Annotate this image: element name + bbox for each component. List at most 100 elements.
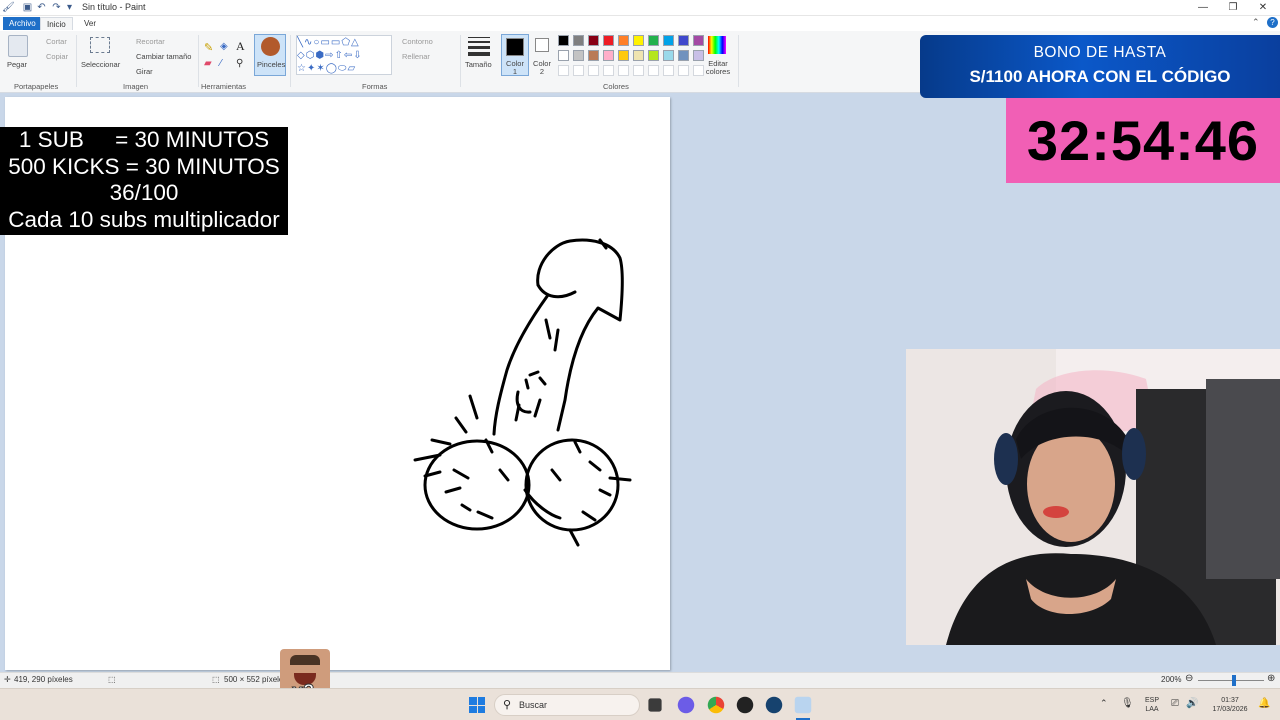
start-icon[interactable] bbox=[469, 697, 485, 713]
language-secondary: LAA bbox=[1145, 706, 1159, 713]
brushes-button[interactable]: Pinceles bbox=[254, 34, 286, 76]
edit-colors-button[interactable]: Editar colores bbox=[703, 60, 733, 76]
palette-swatch[interactable] bbox=[588, 35, 599, 46]
microphone-icon[interactable]: 🎙 bbox=[1121, 699, 1134, 709]
fill-button[interactable]: Rellenar bbox=[402, 52, 430, 61]
magnifier-icon[interactable]: ⚲ bbox=[236, 58, 243, 69]
zoom-in-icon[interactable]: ⊕ bbox=[1267, 673, 1275, 684]
palette-swatch[interactable] bbox=[663, 65, 674, 76]
palette-swatch[interactable] bbox=[678, 65, 689, 76]
palette-swatch[interactable] bbox=[603, 65, 614, 76]
tab-archivo[interactable]: Archivo bbox=[3, 17, 42, 30]
outline-button[interactable]: Contorno bbox=[402, 37, 433, 46]
palette-swatch[interactable] bbox=[603, 35, 614, 46]
steam-icon[interactable] bbox=[765, 696, 783, 714]
palette-swatch[interactable] bbox=[618, 35, 629, 46]
divider bbox=[76, 35, 77, 87]
text-icon[interactable]: A bbox=[236, 39, 245, 54]
kicks-rule-text: 500 KICKS = 30 MINUTOS bbox=[8, 153, 280, 179]
notifications-icon[interactable]: 🔔 bbox=[1258, 699, 1270, 709]
shapes-gallery[interactable]: ╲∿○▭▭⬠△ ◇⬡⬢⇨⇧⇦⇩ ☆✦✶◯⬭▱ bbox=[296, 35, 392, 75]
palette-swatch[interactable] bbox=[618, 50, 629, 61]
color1-button[interactable]: Color 1 bbox=[501, 34, 529, 76]
tab-inicio[interactable]: Inicio bbox=[40, 17, 73, 30]
task-view-icon[interactable] bbox=[648, 698, 662, 712]
palette-swatch[interactable] bbox=[603, 50, 614, 61]
color1-label: Color 1 bbox=[506, 59, 524, 76]
tray-chevron-icon[interactable]: ⌃ bbox=[1100, 699, 1108, 708]
zoom-slider[interactable] bbox=[1198, 680, 1264, 681]
search-box[interactable]: ⚲ Buscar bbox=[494, 694, 640, 716]
palette-swatch[interactable] bbox=[633, 65, 644, 76]
size-button[interactable]: Tamaño bbox=[465, 60, 492, 69]
palette-swatch[interactable] bbox=[558, 50, 569, 61]
paste-button[interactable]: Pegar bbox=[7, 60, 27, 69]
palette-swatch[interactable] bbox=[558, 65, 569, 76]
image-group-label: Imagen bbox=[123, 82, 149, 91]
palette-swatch[interactable] bbox=[588, 50, 599, 61]
select-icon[interactable] bbox=[90, 37, 110, 53]
palette-swatch[interactable] bbox=[633, 50, 644, 61]
collapse-ribbon-icon[interactable]: ⌃ bbox=[1252, 17, 1260, 28]
chrome-icon[interactable] bbox=[707, 696, 725, 714]
quick-access-dropdown-icon[interactable]: ▾ bbox=[64, 2, 75, 13]
copy-button[interactable]: Copiar bbox=[46, 52, 68, 61]
palette-swatch[interactable] bbox=[678, 50, 689, 61]
palette-swatch[interactable] bbox=[648, 50, 659, 61]
ribbon-tabs: Archivo Inicio Ver ⌃ ? bbox=[0, 16, 1280, 31]
edit-colors-icon[interactable] bbox=[708, 36, 726, 54]
clipboard-icon[interactable] bbox=[8, 35, 28, 57]
rotate-button[interactable]: Girar bbox=[136, 67, 153, 76]
fill-icon[interactable]: ◈ bbox=[220, 41, 228, 52]
palette-swatch[interactable] bbox=[573, 35, 584, 46]
save-icon[interactable]: ▣ bbox=[22, 2, 33, 13]
bonus-line-2: S/1100 AHORA CON EL CÓDIGO bbox=[969, 67, 1231, 86]
zoom-out-icon[interactable]: ⊖ bbox=[1185, 673, 1193, 684]
palette-row-3 bbox=[558, 65, 718, 78]
color2-swatch[interactable] bbox=[535, 38, 549, 52]
tab-ver[interactable]: Ver bbox=[78, 17, 102, 30]
color2-label: Color 2 bbox=[533, 59, 551, 76]
language-indicator[interactable]: ESP LAA bbox=[1142, 696, 1162, 714]
eraser-icon[interactable]: ▰ bbox=[204, 58, 212, 69]
color-picker-icon[interactable]: ⁄ bbox=[220, 58, 222, 69]
palette-swatch[interactable] bbox=[648, 35, 659, 46]
colors-group-label: Colores bbox=[603, 82, 629, 91]
zoom-slider-thumb[interactable] bbox=[1232, 675, 1236, 686]
palette-swatch[interactable] bbox=[588, 65, 599, 76]
shapes-group-label: Formas bbox=[362, 82, 388, 91]
palette-swatch[interactable] bbox=[633, 35, 644, 46]
close-button[interactable]: ✕ bbox=[1248, 0, 1278, 16]
cut-button[interactable]: Cortar bbox=[46, 37, 67, 46]
redo-icon[interactable]: ↷ bbox=[51, 2, 62, 13]
network-icon[interactable]: ⎚ bbox=[1171, 699, 1179, 709]
palette-swatch[interactable] bbox=[618, 65, 629, 76]
help-icon[interactable]: ? bbox=[1267, 17, 1278, 28]
bonus-banner: BONO DE HASTA S/1100 AHORA CON EL CÓDIGO bbox=[920, 35, 1280, 98]
minimize-button[interactable]: — bbox=[1188, 0, 1218, 16]
sub-rule-text: 1 SUB = 30 MINUTOS bbox=[18, 127, 270, 152]
zoom-level: 200% bbox=[1161, 675, 1182, 684]
obs-icon[interactable] bbox=[736, 696, 754, 714]
undo-icon[interactable]: ↶ bbox=[36, 2, 47, 13]
palette-swatch[interactable] bbox=[663, 35, 674, 46]
brushes-label: Pinceles bbox=[257, 60, 286, 69]
palette-swatch[interactable] bbox=[573, 65, 584, 76]
pencil-icon[interactable]: ✎ bbox=[204, 41, 213, 54]
crop-button[interactable]: Recortar bbox=[136, 37, 165, 46]
select-button[interactable]: Seleccionar bbox=[81, 60, 120, 69]
palette-swatch[interactable] bbox=[693, 35, 704, 46]
palette-swatch[interactable] bbox=[573, 50, 584, 61]
paint-taskbar-icon[interactable] bbox=[794, 696, 812, 714]
size-icon[interactable] bbox=[468, 37, 490, 56]
volume-icon[interactable]: 🔊 bbox=[1186, 699, 1198, 709]
subathon-rules-box: 1 SUB = 30 MINUTOS 500 KICKS = 30 MINUTO… bbox=[0, 127, 288, 235]
palette-swatch[interactable] bbox=[648, 65, 659, 76]
palette-swatch[interactable] bbox=[558, 35, 569, 46]
maximize-button[interactable]: ❐ bbox=[1218, 0, 1248, 16]
palette-swatch[interactable] bbox=[663, 50, 674, 61]
discord-icon[interactable] bbox=[677, 696, 695, 714]
clock[interactable]: 01:37 17/03/2026 bbox=[1206, 696, 1254, 714]
resize-button[interactable]: Cambiar tamaño bbox=[136, 52, 191, 61]
palette-swatch[interactable] bbox=[678, 35, 689, 46]
